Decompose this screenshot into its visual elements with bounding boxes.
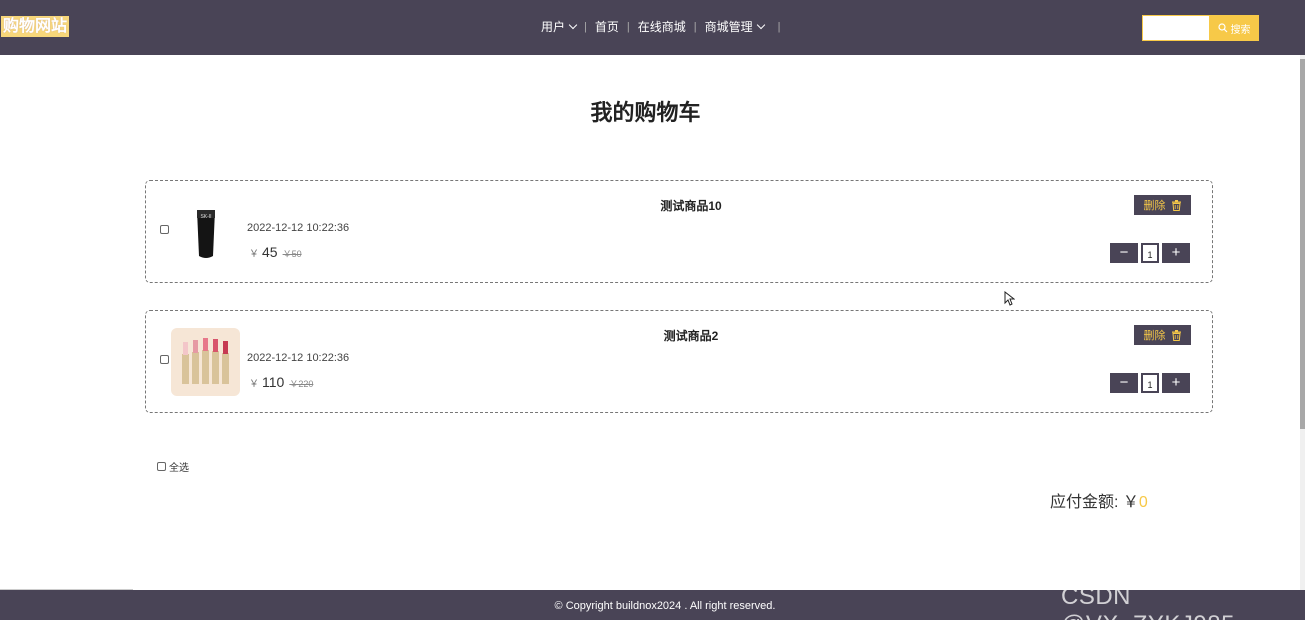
search-input[interactable]: [1142, 15, 1210, 41]
price-value: 110: [262, 374, 285, 390]
svg-text:SK-II: SK-II: [200, 214, 211, 220]
nav-divider: |: [626, 20, 630, 33]
nav-divider: |: [584, 20, 587, 33]
item-checkbox[interactable]: [160, 225, 169, 234]
chevron-down-icon: [568, 20, 578, 29]
site-logo[interactable]: 购物网站: [1, 16, 70, 37]
select-all[interactable]: 全选: [157, 459, 189, 474]
item-name[interactable]: 测试商品10: [146, 197, 1236, 214]
item-date: 2022-12-12 10:22:36: [247, 352, 350, 364]
delete-button[interactable]: 删除: [1134, 195, 1191, 215]
currency-symbol: ￥: [249, 249, 259, 260]
delete-button-label: 删除: [1143, 200, 1166, 212]
item-price: ￥ 110 ￥220: [249, 374, 313, 390]
trash-icon: [1171, 199, 1181, 211]
increase-button[interactable]: +: [1162, 243, 1190, 263]
nav-item-mall-admin-label: 商城管理: [704, 20, 753, 34]
quantity-stepper: − 1 +: [1110, 243, 1190, 263]
delete-button[interactable]: 删除: [1134, 325, 1191, 345]
decrease-button[interactable]: −: [1110, 373, 1138, 393]
delete-button-label: 删除: [1143, 330, 1166, 342]
item-date: 2022-12-12 10:22:36: [247, 222, 350, 234]
cart-item: 2022-12-12 10:22:36 ￥ 110 ￥220 测试商品2 删除 − …: [145, 310, 1213, 413]
mouse-cursor-icon: [1004, 291, 1015, 306]
select-all-checkbox[interactable]: [157, 462, 166, 471]
price-value: 45: [262, 244, 278, 260]
nav-item-online-mall-label: 在线商城: [637, 20, 686, 34]
nav-item-online-mall[interactable]: 在线商城: [638, 18, 686, 35]
quantity-value[interactable]: 1: [1141, 373, 1159, 393]
original-price: ￥50: [282, 249, 302, 259]
quantity-value[interactable]: 1: [1141, 243, 1159, 263]
vertical-scrollbar[interactable]: [1300, 55, 1305, 590]
top-navbar: 购物网站 用户 | 首页 | 在线商城 | 商城管理 | 搜索: [0, 0, 1305, 55]
quantity-stepper: − 1 +: [1110, 373, 1190, 393]
search-button-label: 搜索: [1230, 24, 1251, 36]
page-title: 我的购物车: [590, 100, 701, 125]
item-name[interactable]: 测试商品2: [146, 327, 1236, 344]
total-value: 0: [1138, 494, 1148, 511]
increase-button[interactable]: +: [1162, 373, 1190, 393]
nav-item-user-label: 用户: [541, 20, 566, 34]
trash-icon: [1171, 329, 1181, 341]
select-all-label: 全选: [169, 463, 189, 474]
total-label: 应付金额: ￥: [1050, 494, 1139, 511]
nav-item-user[interactable]: 用户: [541, 18, 578, 35]
nav-item-home[interactable]: 首页: [595, 18, 619, 35]
watermark: CSDN @VX_ZYKJ985: [1061, 583, 1234, 620]
nav-divider: |: [693, 20, 697, 33]
currency-symbol: ￥: [249, 379, 259, 390]
chevron-down-icon: [756, 20, 765, 29]
item-checkbox[interactable]: [160, 355, 169, 364]
search-button[interactable]: 搜索: [1209, 15, 1259, 41]
main-nav: 用户 | 首页 | 在线商城 | 商城管理 |: [541, 18, 789, 35]
scrollbar-thumb[interactable]: [1300, 59, 1305, 429]
cart-item: SK-II 2022-12-12 10:22:36 ￥ 45 ￥50 测试商品10 …: [145, 180, 1213, 283]
nav-item-mall-admin[interactable]: 商城管理: [704, 18, 765, 35]
total-amount: 应付金额: ￥0: [1050, 488, 1148, 512]
search-icon: [1217, 23, 1227, 33]
nav-item-home-label: 首页: [594, 20, 619, 34]
decrease-button[interactable]: −: [1110, 243, 1138, 263]
nav-divider: |: [777, 20, 781, 33]
item-price: ￥ 45 ￥50: [249, 244, 302, 260]
original-price: ￥220: [289, 379, 314, 389]
